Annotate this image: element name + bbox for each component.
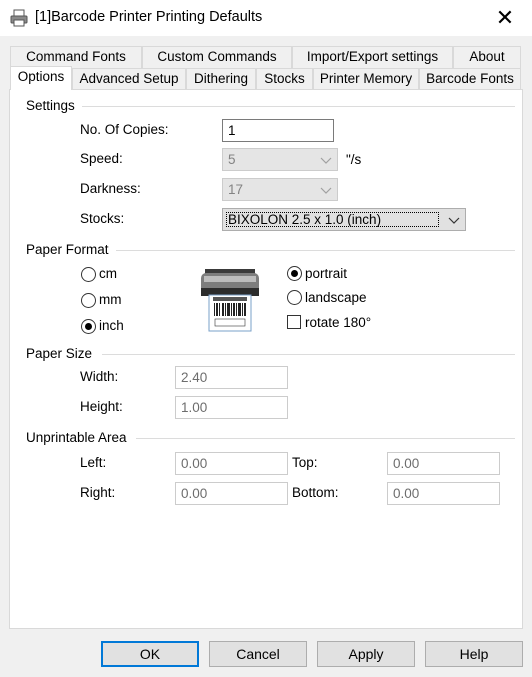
radio-selected-dot bbox=[291, 270, 298, 277]
radio-inch[interactable] bbox=[81, 319, 96, 334]
right-label: Right: bbox=[80, 485, 116, 500]
speed-label: Speed: bbox=[80, 151, 123, 166]
printer-icon bbox=[10, 9, 28, 27]
rotate-label[interactable]: rotate 180° bbox=[305, 315, 371, 330]
radio-selected-dot bbox=[85, 323, 92, 330]
tab-custom-commands[interactable]: Custom Commands bbox=[142, 46, 292, 68]
radio-portrait[interactable] bbox=[287, 266, 302, 281]
unit-cm-label[interactable]: cm bbox=[99, 266, 117, 281]
tab-dithering[interactable]: Dithering bbox=[186, 68, 256, 90]
tab-import-export-settings[interactable]: Import/Export settings bbox=[292, 46, 453, 68]
unprintable-divider bbox=[136, 438, 515, 439]
left-label: Left: bbox=[80, 455, 107, 470]
darkness-label: Darkness: bbox=[80, 181, 141, 196]
tab-barcode-fonts[interactable]: Barcode Fonts bbox=[419, 68, 521, 90]
bottom-input[interactable]: 0.00 bbox=[387, 482, 500, 505]
tab-stocks[interactable]: Stocks bbox=[256, 68, 313, 90]
height-label: Height: bbox=[80, 399, 123, 414]
stocks-label: Stocks: bbox=[80, 211, 125, 226]
copies-input[interactable]: 1 bbox=[222, 119, 334, 142]
top-label: Top: bbox=[292, 455, 318, 470]
bottom-label: Bottom: bbox=[292, 485, 339, 500]
chevron-down-icon bbox=[448, 217, 460, 224]
height-input[interactable]: 1.00 bbox=[175, 396, 288, 419]
speed-select[interactable]: 5 bbox=[222, 148, 338, 171]
stocks-select[interactable]: BIXOLON 2.5 x 1.0 (inch) bbox=[222, 208, 466, 231]
stocks-value: BIXOLON 2.5 x 1.0 (inch) bbox=[226, 212, 439, 227]
tab-advanced-setup[interactable]: Advanced Setup bbox=[72, 68, 186, 90]
apply-button[interactable]: Apply bbox=[317, 641, 415, 667]
tab-printer-memory[interactable]: Printer Memory bbox=[313, 68, 419, 90]
title-bar: [1]Barcode Printer Printing Defaults ✕ bbox=[0, 0, 532, 36]
settings-group-title: Settings bbox=[26, 98, 79, 113]
radio-cm[interactable] bbox=[81, 267, 96, 282]
tab-command-fonts[interactable]: Command Fonts bbox=[10, 46, 142, 68]
width-input[interactable]: 2.40 bbox=[175, 366, 288, 389]
width-label: Width: bbox=[80, 369, 119, 384]
window-title: [1]Barcode Printer Printing Defaults bbox=[35, 9, 263, 25]
speed-value: 5 bbox=[228, 152, 236, 167]
tab-about[interactable]: About bbox=[453, 46, 521, 68]
chevron-down-icon bbox=[320, 187, 332, 194]
label-printer-icon bbox=[201, 269, 259, 332]
unprintable-group-title: Unprintable Area bbox=[26, 430, 131, 445]
help-button[interactable]: Help bbox=[425, 641, 523, 667]
paper-format-divider bbox=[116, 250, 515, 251]
settings-divider bbox=[82, 106, 515, 107]
unit-inch-label[interactable]: inch bbox=[99, 318, 124, 333]
right-input[interactable]: 0.00 bbox=[175, 482, 288, 505]
chevron-down-icon bbox=[320, 157, 332, 164]
rotate-checkbox[interactable] bbox=[287, 315, 301, 329]
paper-size-divider bbox=[102, 354, 515, 355]
radio-mm[interactable] bbox=[81, 293, 96, 308]
tab-options[interactable]: Options bbox=[10, 66, 72, 90]
left-input[interactable]: 0.00 bbox=[175, 452, 288, 475]
copies-label: No. Of Copies: bbox=[80, 122, 169, 137]
darkness-value: 17 bbox=[228, 182, 244, 197]
close-icon[interactable]: ✕ bbox=[492, 5, 518, 31]
cancel-button[interactable]: Cancel bbox=[209, 641, 307, 667]
unit-mm-label[interactable]: mm bbox=[99, 292, 122, 307]
paper-format-group-title: Paper Format bbox=[26, 242, 113, 257]
top-input[interactable]: 0.00 bbox=[387, 452, 500, 475]
radio-landscape[interactable] bbox=[287, 290, 302, 305]
speed-unit: "/s bbox=[346, 152, 362, 167]
portrait-label[interactable]: portrait bbox=[305, 266, 347, 281]
darkness-select[interactable]: 17 bbox=[222, 178, 338, 201]
paper-size-group-title: Paper Size bbox=[26, 346, 97, 361]
landscape-label[interactable]: landscape bbox=[305, 290, 367, 305]
ok-button[interactable]: OK bbox=[101, 641, 199, 667]
